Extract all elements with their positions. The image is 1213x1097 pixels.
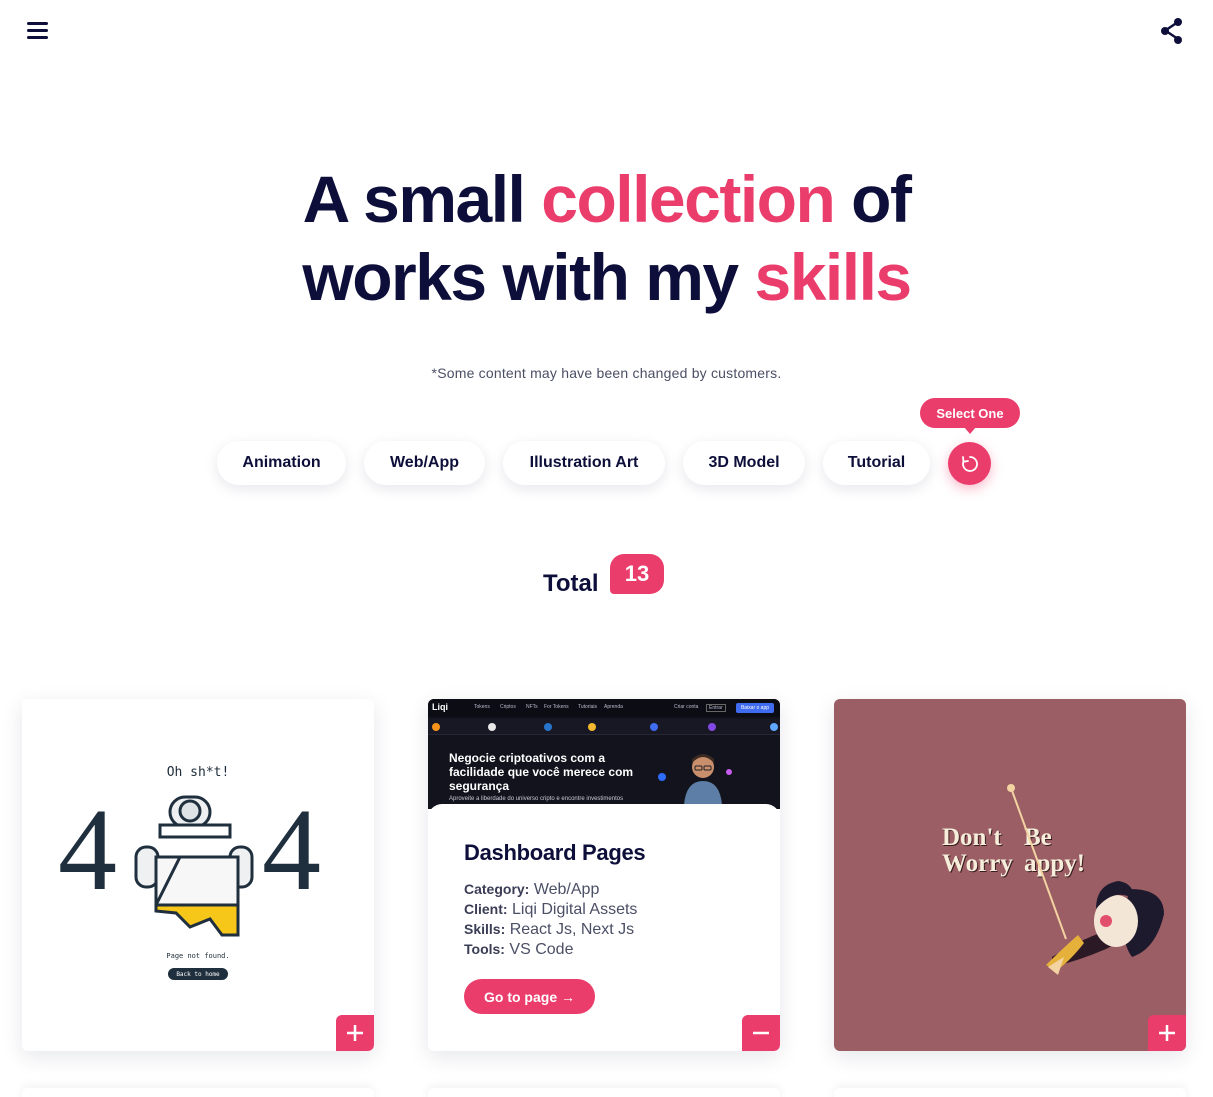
plus-icon (1159, 1025, 1175, 1041)
go-to-page-button[interactable]: Go to page → (464, 979, 595, 1014)
screenshot-subtext: Aproveite a liberdade do universo cripto… (449, 796, 624, 802)
meta-skills: Skills: React Js, Next Js (464, 921, 635, 938)
refresh-icon (961, 455, 978, 472)
card-title: Dashboard Pages (464, 840, 646, 865)
portfolio-card-next (428, 1088, 780, 1097)
reset-filter-button[interactable] (948, 442, 991, 485)
expand-card-button[interactable] (336, 1015, 374, 1051)
disclaimer-note: *Some content may have been changed by c… (431, 365, 782, 381)
screenshot-nav-item: NFTs (526, 704, 538, 710)
top-bar (0, 0, 1213, 64)
expand-card-button[interactable] (1148, 1015, 1186, 1051)
person-photo (684, 754, 722, 805)
minus-icon (753, 1031, 769, 1035)
screenshot-nav-item: Tutoriais (578, 704, 597, 710)
screenshot-navbar: Liqi Tokens Criptos NFTs For Tokens Tuto… (428, 699, 780, 717)
title-accent-collection: collection (541, 162, 836, 236)
screenshot-nav-item: Criptos (500, 704, 516, 710)
total-count-badge: 13 (610, 554, 664, 594)
meta-category: Category: Web/App (464, 881, 600, 898)
back-to-home-button[interactable]: Back to home (168, 968, 228, 980)
title-text: A small (302, 162, 542, 236)
swing-character-illustration (1007, 784, 1164, 975)
hamburger-menu-icon[interactable] (24, 18, 52, 44)
portfolio-card-404[interactable]: Oh sh*t! 4 4 Page not found. Back to hom… (22, 699, 374, 1051)
screenshot-nav-item: Tokens (474, 704, 490, 710)
portfolio-card-dashboard[interactable]: Liqi Tokens Criptos NFTs For Tokens Tuto… (428, 699, 780, 1051)
title-accent-skills: skills (754, 240, 912, 314)
screenshot-nav-item: Aprenda (604, 704, 623, 710)
plus-icon (347, 1025, 363, 1041)
card-details: Dashboard Pages Category: Web/App Client… (428, 804, 780, 1051)
page-title: A small collection of works with my skil… (0, 160, 1213, 316)
filter-web-app[interactable]: Web/App (364, 441, 485, 485)
portfolio-card-happy[interactable]: Don't Worry Be appy! (834, 699, 1186, 1051)
title-text: of (834, 162, 912, 236)
screenshot-nav-item: For Tokens (544, 704, 569, 710)
oh-text: Oh sh*t! (166, 765, 230, 780)
title-text: works with my (302, 240, 755, 314)
screenshot-cta: Baixar o app (736, 703, 774, 713)
share-icon[interactable] (1158, 16, 1186, 46)
filter-3d-model[interactable]: 3D Model (683, 441, 805, 485)
filter-illustration-art[interactable]: Illustration Art (503, 441, 665, 485)
screenshot-headline: Negocie criptoativos com a facilidade qu… (449, 751, 634, 793)
select-one-tooltip: Select One (920, 398, 1020, 434)
total-label: Total (543, 570, 599, 597)
hero-heading: A small collection of works with my skil… (0, 160, 1213, 316)
digit-four-left: 4 (58, 784, 117, 915)
screenshot-nav-item: Criar conta (674, 704, 699, 710)
website-screenshot: Liqi Tokens Criptos NFTs For Tokens Tuto… (428, 699, 780, 809)
digit-four-right: 4 (262, 784, 321, 915)
screenshot-logo: Liqi (432, 702, 448, 712)
portfolio-card-next (22, 1088, 374, 1097)
filter-animation[interactable]: Animation (217, 441, 346, 485)
screenshot-nav-item: Entrar (706, 704, 726, 712)
category-filters: Animation Web/App Illustration Art 3D Mo… (0, 441, 1213, 485)
screenshot-ticker (428, 719, 780, 735)
toilet-paper-illustration (134, 795, 254, 937)
meta-tools: Tools: VS Code (464, 941, 574, 958)
collapse-card-button[interactable] (742, 1015, 780, 1051)
meta-client: Client: Liqi Digital Assets (464, 901, 638, 918)
portfolio-card-next (834, 1088, 1186, 1097)
page-not-found-text: Page not found. (166, 952, 230, 960)
filter-tutorial[interactable]: Tutorial (823, 441, 930, 485)
